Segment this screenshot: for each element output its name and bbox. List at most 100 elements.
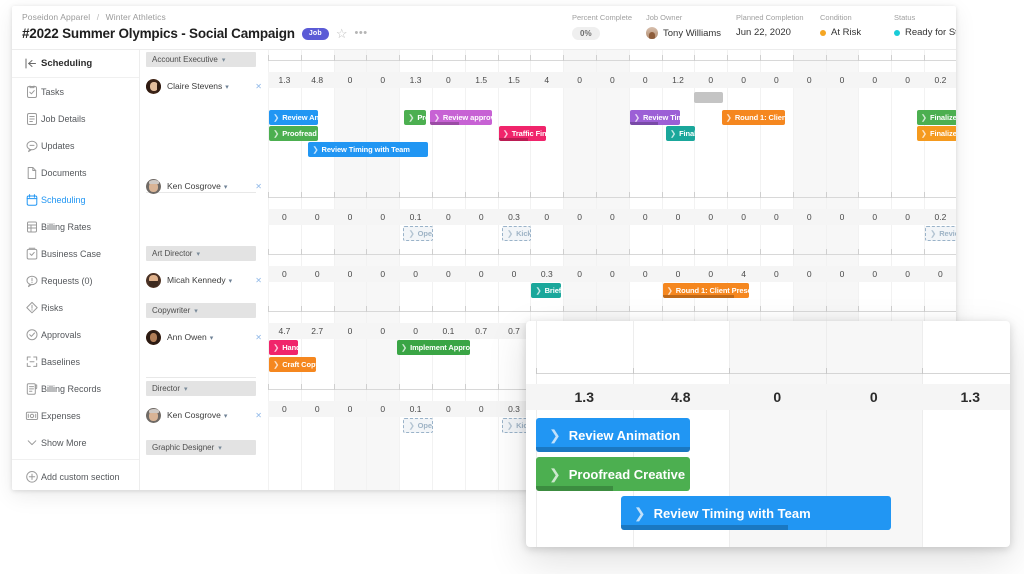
task-bar[interactable]: ❯Open Job xyxy=(403,226,433,241)
axis-tick xyxy=(366,384,368,390)
axis-tick xyxy=(399,384,401,390)
task-bar[interactable]: ❯ Brief xyxy=(531,283,561,298)
collapse-panel-icon[interactable] xyxy=(25,58,41,69)
remove-resource-icon[interactable]: ✕ xyxy=(255,333,262,342)
task-bar[interactable]: ❯Finalize Timing xyxy=(916,126,956,141)
hours-cell: 0 xyxy=(413,326,418,336)
job-meta-fields: Percent Complete 0% Job Owner Tony Willi… xyxy=(572,13,956,40)
chevron-down-icon[interactable]: ▾ xyxy=(184,385,188,393)
resource-row-ken-cosgrove[interactable]: Ken Cosgrove ▾ ✕ xyxy=(146,405,268,425)
planned-completion-date[interactable]: Jun 22, 2020 xyxy=(736,27,820,38)
task-bar[interactable]: ❯Round 1: Client Presentation xyxy=(721,110,786,125)
status-badge[interactable]: Ready for Staffing xyxy=(894,27,956,38)
add-custom-section-button[interactable]: Add custom section xyxy=(12,463,139,490)
job-type-badge[interactable]: Job xyxy=(301,27,329,40)
chevron-down-icon[interactable]: ▾ xyxy=(224,413,228,420)
sidebar-item-expenses[interactable]: Expenses xyxy=(12,402,139,429)
sidebar-item-tasks[interactable]: Tasks xyxy=(12,78,139,105)
chevron-down-icon[interactable]: ▾ xyxy=(218,444,222,452)
chevron-down-icon[interactable]: ▾ xyxy=(229,278,233,285)
resource-row-claire-stevens[interactable]: Claire Stevens ▾ ✕ xyxy=(146,76,268,96)
remove-resource-icon[interactable]: ✕ xyxy=(255,276,262,285)
sidebar-item-requests-0[interactable]: Requests (0) xyxy=(12,267,139,294)
task-bar[interactable]: ❯Review Timing xyxy=(925,226,956,241)
chevron-right-icon: ❯ xyxy=(535,286,542,295)
axis-tick xyxy=(825,192,827,198)
role-group-account-executive[interactable]: Account Executive ▾ xyxy=(146,52,256,67)
chevron-down-icon[interactable]: ▾ xyxy=(222,56,226,64)
sidebar-item-updates[interactable]: Updates xyxy=(12,132,139,159)
breadcrumb-separator: / xyxy=(96,12,100,22)
sidebar-item-baselines[interactable]: Baselines xyxy=(12,348,139,375)
task-bar[interactable]: ❯Review Animation xyxy=(269,110,318,125)
task-bar[interactable]: ❯Finalize xyxy=(665,126,696,141)
task-bar[interactable]: ❯Handoff xyxy=(269,340,299,355)
resource-row-ann-owen[interactable]: Ann Owen ▾ ✕ xyxy=(146,327,268,347)
hours-cell: 0 xyxy=(380,212,386,222)
hours-cell: 0 xyxy=(774,269,779,279)
task-bar[interactable]: ❯Implement Approved Changes xyxy=(396,340,471,355)
sidebar-divider xyxy=(12,459,139,460)
chevron-down-icon[interactable]: ▾ xyxy=(225,84,229,91)
sidebar-item-business-case[interactable]: Business Case xyxy=(12,240,139,267)
task-bar[interactable]: ❯Review Timing with Team xyxy=(629,110,681,125)
drag-placeholder[interactable] xyxy=(694,92,724,103)
hours-cell: 0 xyxy=(642,75,648,85)
meta-value[interactable]: Tony Williams xyxy=(646,27,736,39)
sidebar-item-billing-rates[interactable]: Billing Rates xyxy=(12,213,139,240)
star-outline-icon[interactable]: ☆ xyxy=(336,27,348,40)
task-bar[interactable]: ❯Open Job xyxy=(403,418,433,433)
task-bar[interactable]: ❯Traffic Final Assets xyxy=(498,126,546,141)
title-row: #2022 Summer Olympics - Social Campaign … xyxy=(22,26,368,41)
role-group-director[interactable]: Director ▾ xyxy=(146,381,256,396)
axis-tick xyxy=(333,384,335,390)
chevron-down-icon[interactable]: ▾ xyxy=(196,250,200,258)
resource-row-micah-kennedy[interactable]: Micah Kennedy ▾ ✕ xyxy=(146,270,268,290)
chevron-down-icon[interactable]: ▾ xyxy=(210,335,214,342)
task-bar[interactable]: ❯Kickoff xyxy=(501,226,532,241)
hours-cell: 0 xyxy=(774,212,779,222)
axis-tick xyxy=(464,192,466,198)
task-bar[interactable]: ❯Proofread Creative xyxy=(536,457,691,491)
sidebar-item-show-more[interactable]: Show More xyxy=(12,429,139,456)
role-group-graphic-designer[interactable]: Graphic Designer ▾ xyxy=(146,440,256,455)
sidebar-item-scheduling[interactable]: Scheduling xyxy=(12,186,139,213)
remove-resource-icon[interactable]: ✕ xyxy=(255,182,262,191)
breadcrumb-child[interactable]: Winter Athletics xyxy=(106,12,166,22)
breadcrumb-parent[interactable]: Poseidon Apparel xyxy=(22,12,90,22)
chevron-down-icon[interactable]: ▾ xyxy=(224,184,228,191)
sidebar-item-approvals[interactable]: Approvals xyxy=(12,321,139,348)
axis-tick xyxy=(628,249,630,255)
chevron-down-icon[interactable]: ▾ xyxy=(194,307,198,315)
resource-row-ken-cosgrove[interactable]: Ken Cosgrove ▾ ✕ xyxy=(146,176,268,196)
task-bar[interactable]: ❯Round 1: Client Presentation xyxy=(662,283,750,298)
chevron-right-icon: ❯ xyxy=(502,129,509,138)
axis-tick xyxy=(858,306,860,312)
sidebar-header[interactable]: Scheduling xyxy=(12,50,139,78)
task-bar[interactable]: ❯Review Timing with Team xyxy=(620,496,892,530)
sidebar-item-risks[interactable]: Risks xyxy=(12,294,139,321)
remove-resource-icon[interactable]: ✕ xyxy=(255,411,262,420)
hours-cell: 0 xyxy=(839,212,845,222)
axis-tick xyxy=(694,192,696,198)
task-bar[interactable]: ❯Review Timing with Team xyxy=(308,142,428,157)
task-bar[interactable]: ❯Review Animation xyxy=(536,418,691,452)
role-group-art-director[interactable]: Art Director ▾ xyxy=(146,246,256,261)
task-bar[interactable]: ❯Proofread Creative xyxy=(269,126,318,141)
sidebar-item-job-details[interactable]: Job Details xyxy=(12,105,139,132)
condition-badge[interactable]: At Risk xyxy=(820,27,894,38)
task-bar[interactable]: ❯ Craft Copy xyxy=(269,357,317,372)
more-options-icon[interactable]: ••• xyxy=(355,28,368,39)
remove-resource-icon[interactable]: ✕ xyxy=(255,82,262,91)
sidebar-item-documents[interactable]: Documents xyxy=(12,159,139,186)
role-group-copywriter[interactable]: Copywriter ▾ xyxy=(146,303,256,318)
task-bar[interactable]: ❯Present Creative Ideas xyxy=(404,110,427,125)
axis-tick xyxy=(563,249,565,255)
row-divider xyxy=(146,377,256,378)
sidebar-item-billing-records[interactable]: Billing Records xyxy=(12,375,139,402)
hours-cell: 0 xyxy=(773,389,782,405)
hours-cell: 0 xyxy=(905,75,910,85)
axis-tick xyxy=(694,306,696,312)
task-bar[interactable]: ❯Review approved assets xyxy=(429,110,492,125)
task-bar[interactable]: ❯Finalize Creative xyxy=(916,110,956,125)
